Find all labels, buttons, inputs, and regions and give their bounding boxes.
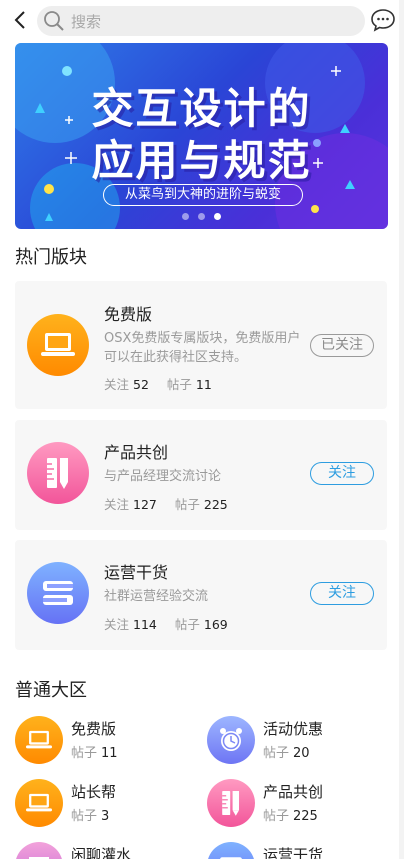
board-icon bbox=[207, 842, 255, 859]
board-stats: 关注 127 帖子 225 bbox=[104, 494, 242, 513]
board-icon bbox=[27, 442, 89, 504]
board-icon bbox=[15, 779, 63, 827]
board-stats: 关注 52 帖子 11 bbox=[104, 374, 226, 393]
board-post-count: 帖子 11 bbox=[71, 742, 118, 761]
board-name: 活动优惠 bbox=[263, 720, 324, 738]
post-label: 帖子 bbox=[166, 377, 192, 392]
board-post-count: 帖子 20 bbox=[263, 742, 310, 761]
board-icon bbox=[15, 716, 63, 764]
board-description: OSX免费版专属版块，免费版用户可以在此获得社区支持。 bbox=[104, 331, 301, 365]
follow-button[interactable]: 关注 bbox=[310, 462, 374, 485]
follow-count: 127 bbox=[133, 497, 157, 512]
post-label: 帖子 bbox=[71, 746, 98, 761]
board-icon bbox=[27, 562, 89, 624]
board-name: 运营干货 bbox=[104, 563, 169, 582]
board-name: 站长帮 bbox=[71, 783, 117, 801]
board-icon bbox=[207, 716, 255, 764]
normal-section-title: 普通大区 bbox=[15, 680, 87, 701]
board-grid-item[interactable]: 站长帮 帖子 3 bbox=[15, 779, 195, 831]
post-count: 169 bbox=[203, 617, 228, 632]
promo-banner[interactable]: 交互设计的 应用与规范 从菜鸟到大神的进阶与蜕变 bbox=[15, 43, 388, 229]
board-name: 产品共创 bbox=[104, 443, 169, 462]
search-icon bbox=[44, 11, 64, 31]
carousel-dot-active[interactable] bbox=[214, 213, 221, 220]
post-label: 帖子 bbox=[71, 809, 98, 824]
chat-bubble-icon bbox=[29, 857, 49, 859]
post-count: 11 bbox=[195, 377, 212, 392]
board-name: 运营干货 bbox=[263, 846, 324, 859]
book-stack-icon bbox=[220, 857, 242, 859]
ruler-pencil-icon bbox=[47, 458, 68, 489]
page-edge bbox=[399, 0, 404, 859]
follow-label: 关注 bbox=[104, 617, 130, 632]
alarm-clock-icon bbox=[220, 728, 242, 751]
follow-count: 114 bbox=[133, 617, 157, 632]
book-stack-icon bbox=[43, 581, 73, 605]
post-label: 帖子 bbox=[263, 746, 290, 761]
board-grid-item[interactable]: 免费版 帖子 11 bbox=[15, 716, 195, 768]
board-description: 与产品经理交流讨论 bbox=[104, 469, 222, 484]
follow-label: 关注 bbox=[104, 497, 130, 512]
carousel-indicator bbox=[15, 213, 388, 220]
message-button[interactable] bbox=[370, 7, 396, 33]
board-name: 闲聊灌水 bbox=[71, 846, 132, 859]
follow-label: 关注 bbox=[104, 377, 130, 392]
followed-button[interactable]: 已关注 bbox=[310, 334, 374, 357]
board-icon bbox=[15, 842, 63, 859]
board-post-count: 帖子 225 bbox=[263, 805, 318, 824]
board-post-count: 帖子 3 bbox=[71, 805, 109, 824]
board-grid-item[interactable]: 运营干货 bbox=[207, 842, 387, 859]
post-label: 帖子 bbox=[263, 809, 290, 824]
hot-board-card[interactable]: 产品共创 与产品经理交流讨论 关注 127 帖子 225 关注 bbox=[15, 420, 387, 530]
board-name: 免费版 bbox=[104, 305, 153, 324]
search-input[interactable]: 搜索 bbox=[37, 6, 365, 36]
laptop-icon bbox=[26, 793, 52, 812]
post-count: 3 bbox=[101, 809, 110, 824]
board-stats: 关注 114 帖子 169 bbox=[104, 614, 242, 633]
ruler-pencil-icon bbox=[222, 791, 239, 816]
hot-board-card[interactable]: 运营干货 社群运营经验交流 关注 114 帖子 169 关注 bbox=[15, 540, 387, 650]
board-grid-item[interactable]: 活动优惠 帖子 20 bbox=[207, 716, 387, 768]
post-count: 20 bbox=[293, 746, 310, 761]
post-label: 帖子 bbox=[174, 497, 200, 512]
board-grid-item[interactable]: 闲聊灌水 bbox=[15, 842, 195, 859]
post-count: 225 bbox=[293, 809, 318, 824]
chevron-left-icon bbox=[14, 11, 25, 29]
banner-title-line2: 应用与规范 bbox=[91, 136, 312, 185]
board-icon bbox=[207, 779, 255, 827]
hot-section-title: 热门版块 bbox=[15, 247, 87, 268]
laptop-icon bbox=[26, 730, 52, 749]
search-placeholder: 搜索 bbox=[71, 12, 102, 31]
board-icon bbox=[27, 314, 89, 376]
banner-subtitle: 从菜鸟到大神的进阶与蜕变 bbox=[103, 184, 303, 206]
board-name: 产品共创 bbox=[263, 783, 324, 801]
follow-button[interactable]: 关注 bbox=[310, 582, 374, 605]
carousel-dot[interactable] bbox=[182, 213, 189, 220]
back-button[interactable] bbox=[8, 7, 32, 33]
post-count: 225 bbox=[203, 497, 228, 512]
carousel-dot[interactable] bbox=[198, 213, 205, 220]
board-grid-item[interactable]: 产品共创 帖子 225 bbox=[207, 779, 387, 831]
chat-bubble-icon bbox=[371, 9, 395, 32]
post-count: 11 bbox=[101, 746, 118, 761]
follow-count: 52 bbox=[133, 377, 149, 392]
post-label: 帖子 bbox=[174, 617, 200, 632]
hot-board-card[interactable]: 免费版 OSX免费版专属版块，免费版用户可以在此获得社区支持。 关注 52 帖子 1… bbox=[15, 281, 387, 409]
laptop-icon bbox=[41, 333, 75, 356]
board-name: 免费版 bbox=[71, 720, 117, 738]
top-bar: 搜索 bbox=[0, 0, 404, 40]
board-description: 社群运营经验交流 bbox=[104, 589, 209, 604]
